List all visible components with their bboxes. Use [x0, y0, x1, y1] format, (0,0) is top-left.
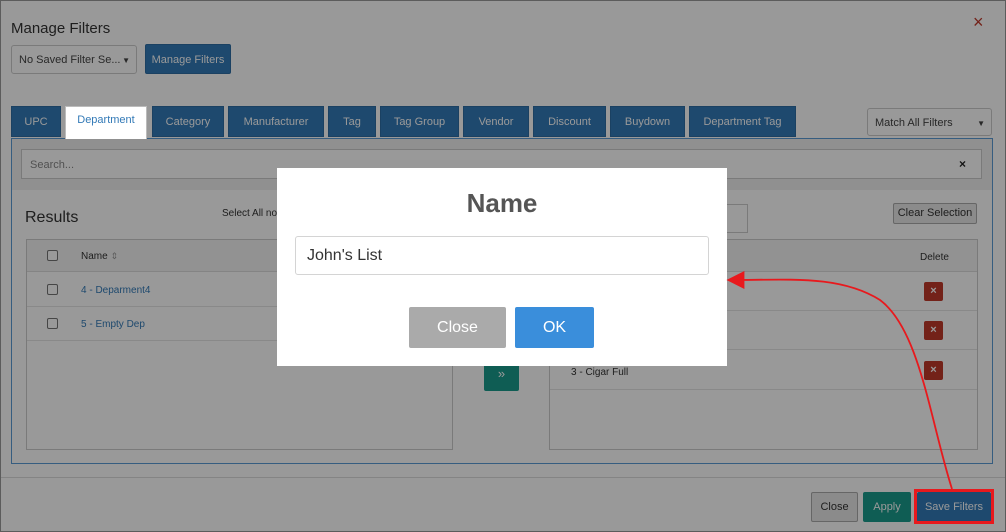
modal-ok-button[interactable]: OK [515, 307, 594, 348]
name-input[interactable]: John's List [295, 236, 709, 275]
save-filters-highlight [914, 489, 994, 524]
modal-title: Name [466, 188, 538, 218]
tab-department[interactable]: Department [65, 106, 147, 139]
modal-close-button[interactable]: Close [409, 307, 506, 348]
name-modal: Name John's List Close OK [277, 168, 727, 366]
